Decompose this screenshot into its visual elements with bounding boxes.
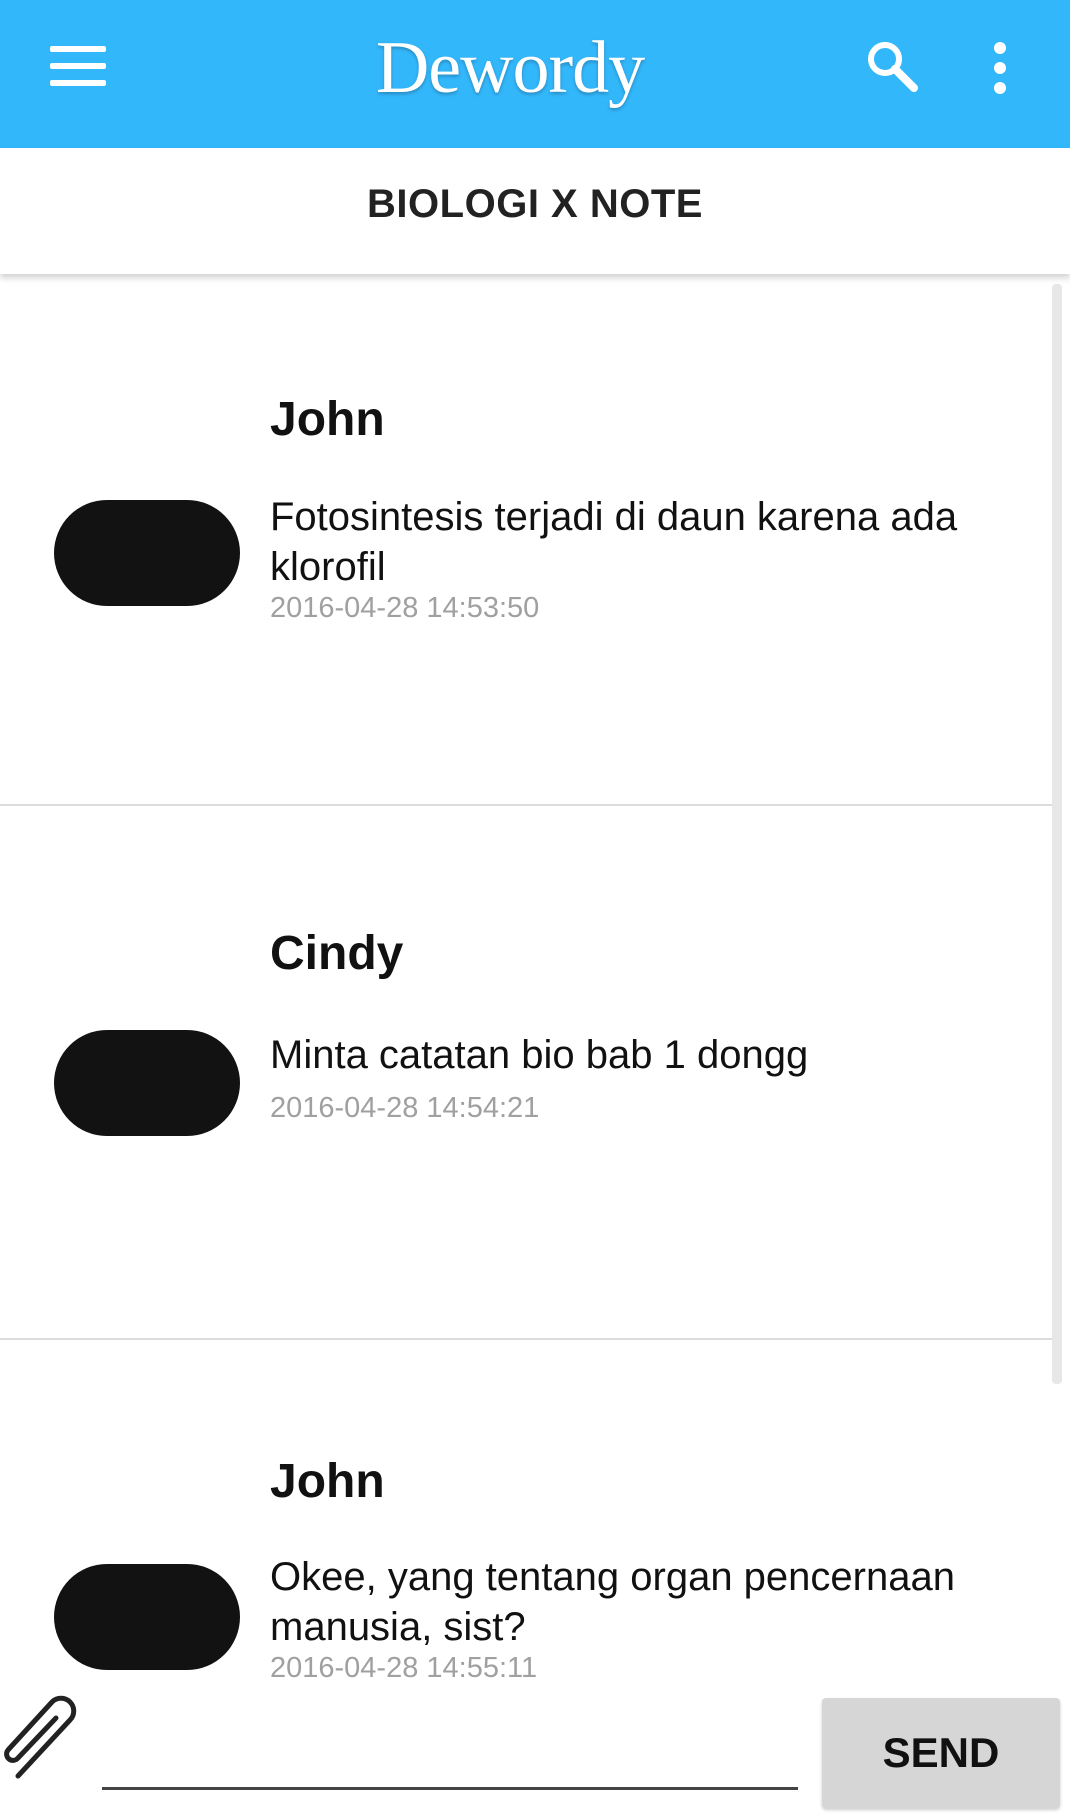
message-text: Fotosintesis terjadi di daun karena ada … [270, 495, 958, 589]
paperclip-icon-graphic [4, 1695, 77, 1779]
hamburger-menu-icon[interactable] [40, 34, 120, 114]
more-dot [994, 42, 1006, 54]
message-text: Minta catatan bio bab 1 dongg [270, 1033, 809, 1077]
send-button[interactable]: SEND [822, 1698, 1060, 1808]
more-dot [994, 82, 1006, 94]
message-timestamp: 2016-04-28 14:54:21 [270, 1092, 540, 1124]
message-author: John [270, 393, 385, 446]
menu-bar [50, 46, 106, 52]
message-author: John [270, 1455, 385, 1508]
more-vert-icon[interactable] [980, 36, 1020, 100]
message-composer: SEND [0, 1680, 1070, 1817]
list-item[interactable]: Cindy Minta catatan bio bab 1 dongg 2016… [0, 808, 1060, 1340]
search-icon[interactable] [862, 36, 922, 96]
list-item[interactable]: John Fotosintesis terjadi di daun karena… [0, 274, 1060, 806]
more-dot [994, 62, 1006, 74]
message-text: Okee, yang tentang organ pencernaan manu… [270, 1555, 955, 1649]
app-bar: Dewordy [0, 0, 1070, 148]
paperclip-icon[interactable] [0, 1680, 96, 1790]
page-title: BIOLOGI X NOTE [0, 148, 1070, 274]
menu-bar [50, 80, 106, 86]
avatar [54, 500, 240, 606]
search-icon-graphic [868, 42, 918, 92]
message-timestamp: 2016-04-28 14:53:50 [270, 592, 540, 624]
avatar [54, 1030, 240, 1136]
message-input[interactable] [102, 1720, 798, 1790]
message-author: Cindy [270, 927, 404, 980]
app-logo: Dewordy [375, 27, 645, 109]
message-list: John Fotosintesis terjadi di daun karena… [0, 274, 1070, 1684]
avatar [54, 1564, 240, 1670]
scrollbar[interactable] [1052, 284, 1062, 1384]
menu-bar [50, 63, 106, 69]
